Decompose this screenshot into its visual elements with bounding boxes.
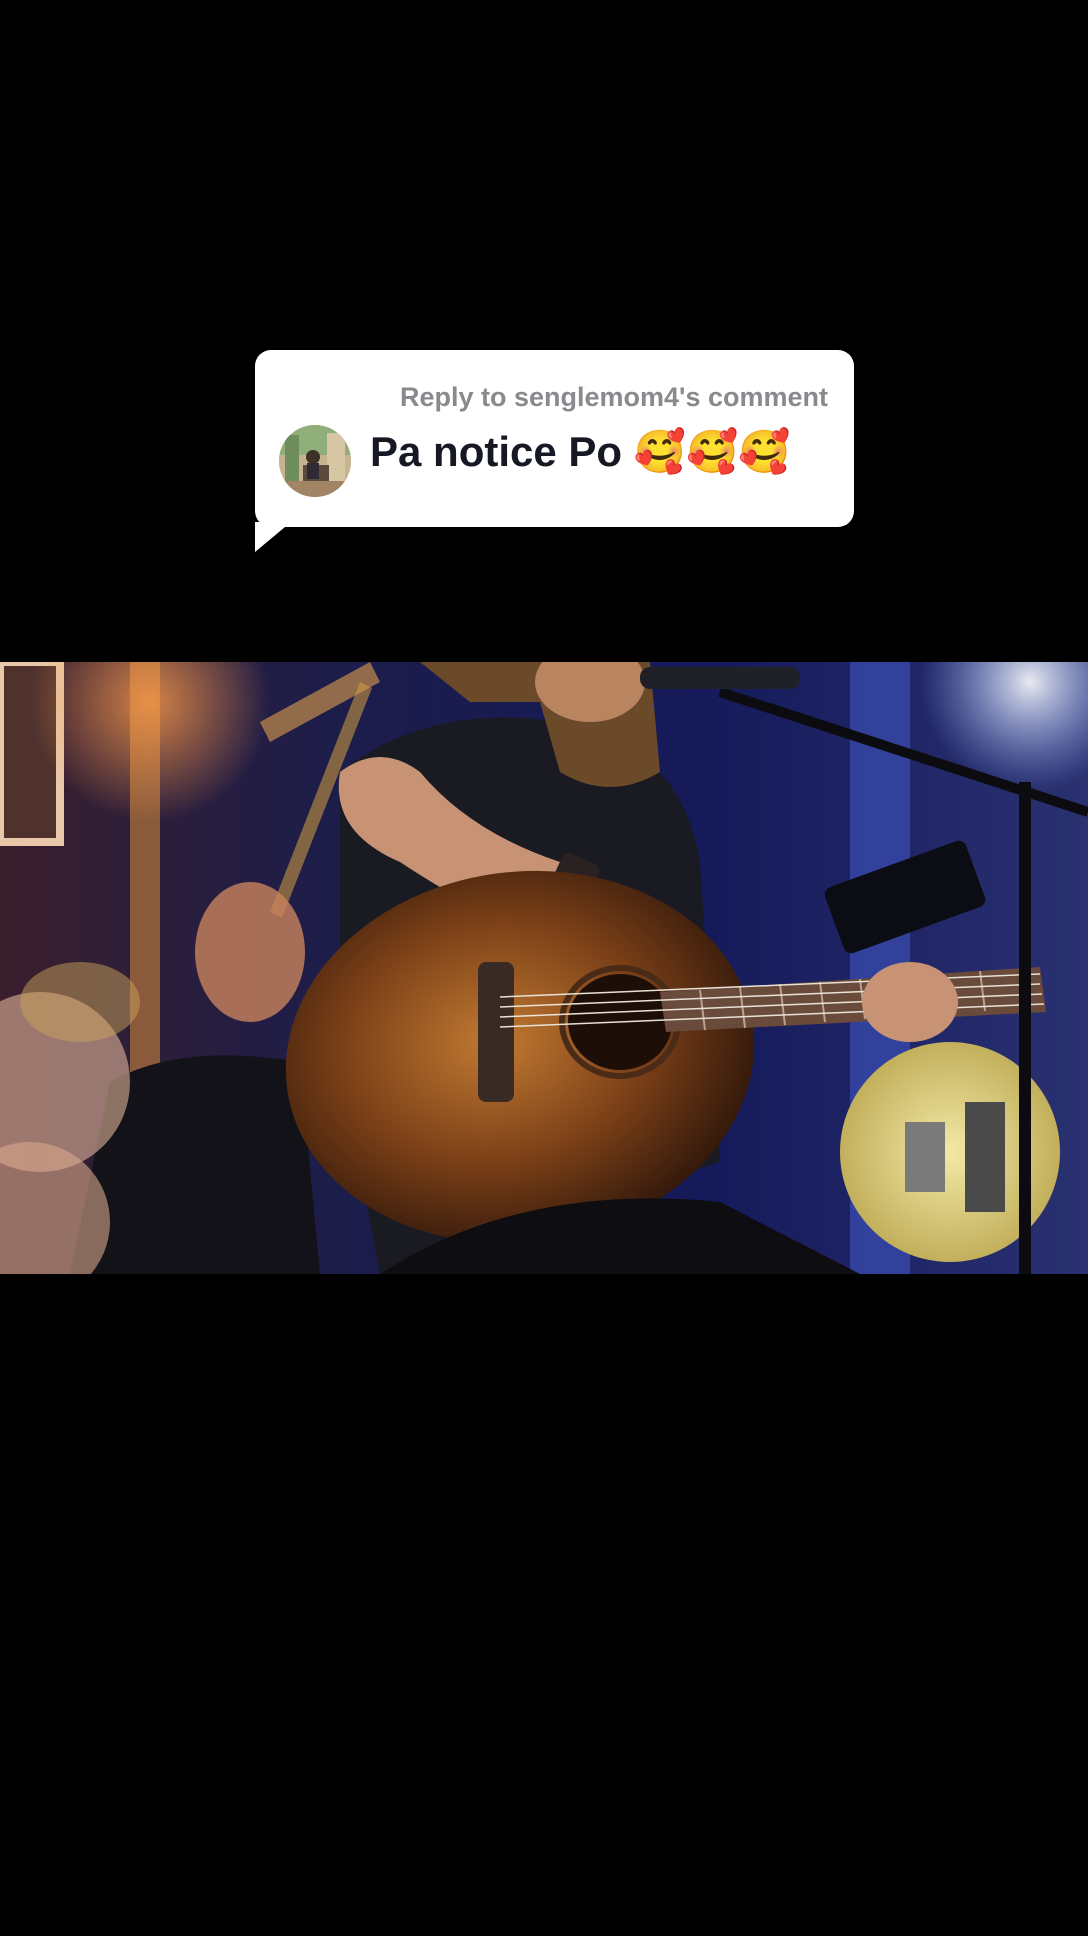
reply-comment-bubble[interactable]: Reply to senglemom4's comment Pa notice … [255,350,854,527]
avatar-image [279,425,351,497]
video-post-screen: Reply to senglemom4's comment Pa notice … [0,0,1088,1936]
bubble-tail [255,522,291,552]
commenter-avatar[interactable] [279,425,351,497]
video-still-image [0,662,1088,1274]
comment-text: Pa notice Po 🥰🥰🥰 [370,428,791,475]
concert-video-frame[interactable] [0,662,1088,1274]
reply-header: Reply to senglemom4's comment [399,382,828,412]
